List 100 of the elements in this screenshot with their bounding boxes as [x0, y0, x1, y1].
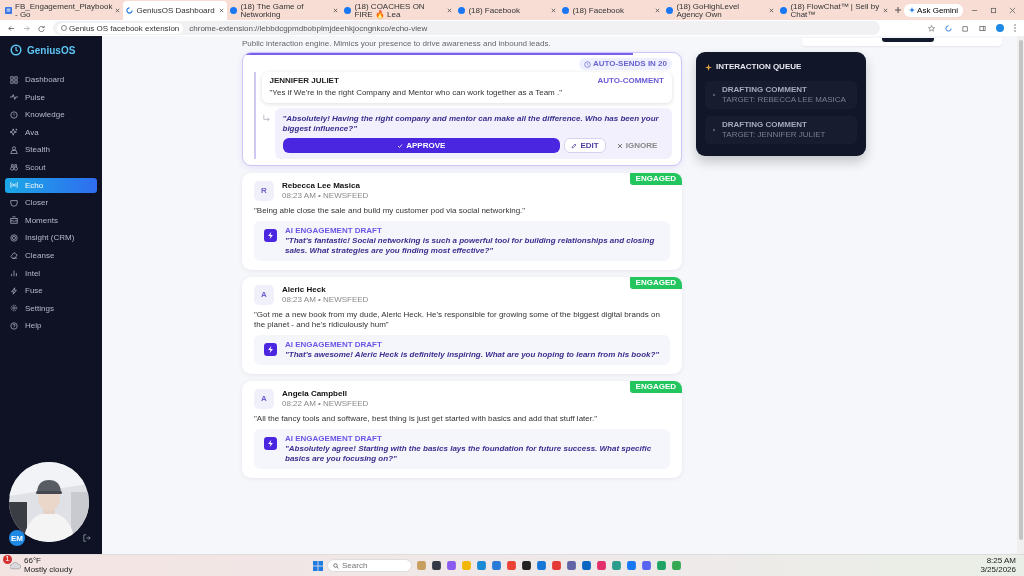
browser-tab[interactable]: (18) Facebook: [455, 1, 560, 20]
draft-text: "That's fantastic! Social networking is such a powerful tool for building relationships and closing sales. What strategies are you finding most effective?": [285, 236, 656, 256]
queue-status: DRAFTING COMMENT: [722, 85, 808, 95]
status-tag: ENGAGED: [629, 173, 682, 185]
sparkle-icon: [10, 128, 18, 137]
plus-icon[interactable]: [895, 7, 902, 13]
logout-icon[interactable]: [83, 534, 91, 542]
sidebar-item[interactable]: Cleanse: [5, 247, 97, 263]
browser-tab[interactable]: (18) The Game of Networking: [227, 1, 342, 20]
sidebar-item[interactable]: Closer: [5, 195, 97, 211]
bar-chart-icon: [10, 269, 18, 278]
avatar-icon[interactable]: [996, 24, 1004, 32]
eraser-icon: [10, 251, 18, 260]
shield-icon: [10, 198, 18, 207]
clock-date: 3/25/2026: [980, 565, 1016, 575]
clock-icon: [583, 60, 591, 68]
close-icon[interactable]: [333, 8, 339, 13]
star-icon[interactable]: [928, 24, 935, 32]
settings-icon: [10, 304, 18, 313]
pencil-icon: [571, 142, 578, 149]
page-description: Public interaction engine. Mimics your presence to drive awareness and inbound leads.: [242, 39, 551, 49]
site-chip[interactable]: Genius OS facebook extension: [57, 22, 184, 34]
app-icon[interactable]: [431, 560, 442, 571]
queue-target: TARGET: JENNIFER JULIET: [722, 130, 826, 140]
bolt-icon: [10, 286, 18, 295]
close-icon[interactable]: [655, 8, 661, 13]
close-icon[interactable]: [447, 8, 453, 13]
url-text: chrome-extension://lebbdcgpmdbobplmjdeehkjocngnkco/echo-view: [189, 23, 428, 33]
close-icon[interactable]: [115, 8, 121, 13]
sidebar-item[interactable]: Intel: [5, 265, 97, 281]
weather-temp: 66°F: [24, 557, 42, 566]
sidebar-item[interactable]: Settings: [5, 300, 97, 316]
approve-button[interactable]: APPROVE: [282, 138, 560, 153]
browser-tab[interactable]: (18) COACHES ON FIRE 🔥 Lea: [341, 1, 456, 20]
sidebar-item[interactable]: Ava: [5, 124, 97, 140]
sidepanel-icon[interactable]: [979, 24, 986, 32]
comment-text: "Yes if We're in the right Company and Mentor who can work together as a Team .": [269, 88, 564, 98]
app-icon[interactable]: [521, 560, 532, 571]
reply-arrow-icon: [261, 114, 271, 123]
draft-label: AI ENGAGEMENT DRAFT: [285, 226, 383, 236]
reload-icon[interactable]: [38, 24, 45, 32]
back-icon[interactable]: [8, 24, 15, 32]
user-avatar[interactable]: EM: [9, 530, 25, 546]
person-icon: [10, 145, 18, 154]
edit-button[interactable]: EDIT: [564, 138, 606, 153]
notification-badge: 1: [3, 555, 12, 564]
close-icon[interactable]: [1009, 6, 1016, 14]
search-input[interactable]: Search: [342, 561, 406, 570]
address-bar[interactable]: Genius OS facebook extension chrome-extension://lebbdcgpmdbobplmjdeehkjocngnkco/echo-view: [53, 21, 880, 35]
dot-icon: [712, 93, 716, 97]
post-meta: 08:22 AM • NEWSFEED: [282, 399, 369, 409]
ask-gemini-button[interactable]: Ask Gemini: [904, 3, 963, 17]
close-icon[interactable]: [883, 8, 889, 13]
sidebar-item[interactable]: Help: [5, 318, 97, 334]
sidebar-item[interactable]: Dashboard: [5, 72, 97, 87]
extension-icon[interactable]: [962, 24, 969, 32]
loading-icon: [945, 24, 952, 32]
author-name: Aleric Heck: [282, 285, 327, 295]
cloud-icon: [10, 561, 21, 571]
author-name: JENNIFER JULIET: [269, 76, 339, 86]
sidebar-item[interactable]: Pulse: [5, 89, 97, 105]
post-text: "Got me a new book from my dude, Aleric Heck. He's responsible for growing some of the biggest digital brands on the planet - and he's ridiculously hum": [254, 310, 661, 330]
binoculars-icon: [10, 163, 18, 172]
sidebar-item[interactable]: Insight (CRM): [5, 230, 97, 246]
check-icon: [397, 142, 404, 149]
start-icon[interactable]: [313, 560, 323, 571]
search-icon: [333, 562, 339, 569]
browser-tab[interactable]: FB_Engagement_Playbook - Go: [2, 1, 124, 20]
sidebar-item[interactable]: Stealth: [5, 142, 97, 158]
help-icon: [10, 321, 18, 330]
sidebar-item[interactable]: Knowledge: [5, 107, 97, 123]
close-icon[interactable]: [769, 8, 775, 13]
logo-icon: [10, 44, 22, 56]
draft-label: AI ENGAGEMENT DRAFT: [285, 434, 383, 444]
queue-status: DRAFTING COMMENT: [722, 120, 808, 130]
site-icon: [780, 7, 788, 14]
bolt-icon: [264, 229, 277, 242]
close-icon[interactable]: [551, 8, 557, 13]
sidebar-item[interactable]: Fuse: [5, 283, 97, 299]
author-name: Rebecca Lee Masica: [282, 181, 361, 191]
info-icon: [10, 110, 18, 119]
pulse-icon: [10, 93, 18, 102]
sidebar-item[interactable]: Scout: [5, 159, 97, 175]
browser-tab[interactable]: GeniusOS Dashboard: [123, 1, 228, 20]
browser-tab[interactable]: (18) GoHighLevel Agency Own: [663, 1, 778, 20]
maximize-icon[interactable]: [990, 6, 997, 14]
browser-tab[interactable]: (18) Facebook: [559, 1, 664, 20]
site-icon: [458, 7, 466, 14]
draft-label: AI ENGAGEMENT DRAFT: [285, 340, 383, 350]
filter-chip[interactable]: [882, 38, 934, 42]
reply-text: "Absolutely! Having the right company and mentor can make all the difference. Who has been your biggest influence?": [282, 114, 660, 134]
status-tag: ENGAGED: [629, 277, 682, 289]
close-icon[interactable]: [219, 8, 225, 13]
sidebar-item[interactable]: Moments: [5, 212, 97, 228]
forward-icon[interactable]: [23, 24, 30, 32]
scrollbar[interactable]: [1017, 36, 1024, 554]
search-field[interactable]: Search: [327, 559, 412, 572]
broadcast-icon: [10, 181, 18, 190]
author-avatar: R: [254, 181, 274, 201]
browser-tab[interactable]: (18) FlowChat™ | Sell by Chat™: [777, 1, 892, 20]
